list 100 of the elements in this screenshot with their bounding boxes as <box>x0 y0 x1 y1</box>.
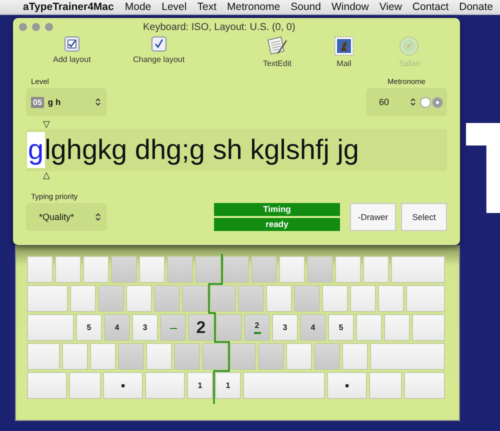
keyboard-key[interactable]: ● <box>103 372 143 399</box>
menu-item[interactable]: View <box>379 1 402 13</box>
keyboard-key[interactable] <box>69 372 101 399</box>
keyboard-key[interactable] <box>294 285 320 312</box>
keyboard-key[interactable] <box>363 256 389 283</box>
keyboard-key[interactable] <box>412 314 445 341</box>
timing-title: Timing <box>214 203 340 216</box>
keyboard-key[interactable] <box>83 256 109 283</box>
keyboard-key[interactable] <box>251 256 277 283</box>
level-badge: 05 <box>31 96 44 108</box>
keyboard-key[interactable] <box>62 343 88 370</box>
menu-item[interactable]: Window <box>331 1 369 13</box>
keyboard-key[interactable] <box>126 285 152 312</box>
keyboard-key[interactable] <box>98 285 124 312</box>
keyboard-key[interactable] <box>286 343 312 370</box>
keyboard-key[interactable] <box>391 256 445 283</box>
keyboard-key[interactable] <box>27 285 68 312</box>
menu-item[interactable]: Mode <box>124 1 152 13</box>
window-title: Keyboard: ISO, Layout: U.S. (0, 0) <box>143 22 296 32</box>
keyboard-key[interactable] <box>307 256 333 283</box>
keyboard-key[interactable] <box>27 256 53 283</box>
keyboard-key[interactable] <box>322 285 348 312</box>
checkbox-icon[interactable] <box>64 36 80 52</box>
radio-button[interactable] <box>432 96 443 108</box>
keyboard-key[interactable] <box>243 372 325 399</box>
keyboard-key[interactable] <box>210 285 236 312</box>
keyboard-key[interactable] <box>356 314 382 341</box>
keyboard-key[interactable] <box>230 343 256 370</box>
keyboard-key[interactable] <box>406 285 445 312</box>
zoom-button[interactable] <box>45 23 53 31</box>
keyboard-key[interactable] <box>369 372 402 399</box>
tempo-value: 60 <box>379 97 390 107</box>
keyboard-key[interactable] <box>160 314 186 341</box>
keyboard-key[interactable] <box>370 343 445 370</box>
keyboard-key[interactable] <box>202 343 228 370</box>
keyboard-key[interactable] <box>111 256 137 283</box>
menu-item[interactable]: Contact <box>412 1 449 13</box>
keyboard-key[interactable]: 4 <box>104 314 130 341</box>
keyboard-key[interactable]: 1 <box>215 372 241 399</box>
keyboard-key[interactable] <box>195 256 221 283</box>
push-button[interactable]: -Drawer <box>350 203 396 231</box>
keyboard-key[interactable]: 4 <box>300 314 326 341</box>
level-value: g h <box>48 97 62 107</box>
keyboard-key[interactable] <box>27 314 74 341</box>
keyboard-key[interactable] <box>404 372 445 399</box>
close-button[interactable] <box>19 23 27 31</box>
keyboard-key[interactable] <box>238 285 264 312</box>
toolbar-label: Mail <box>336 59 352 68</box>
keyboard-key[interactable] <box>174 343 200 370</box>
current-letter: g <box>27 132 45 168</box>
keyboard-key[interactable] <box>27 372 67 399</box>
keyboard-key[interactable] <box>350 285 376 312</box>
menu-item[interactable]: Level <box>162 1 187 13</box>
keyboard-key[interactable] <box>378 285 404 312</box>
typing-priority-popup[interactable]: *Quality* <box>26 203 107 231</box>
keyboard-key[interactable] <box>27 343 60 370</box>
stepper-icon[interactable] <box>410 97 416 107</box>
timing-status: ready <box>214 218 340 231</box>
keyboard-key[interactable]: ● <box>327 372 367 399</box>
keyboard-key[interactable]: 5 <box>76 314 102 341</box>
menu-item[interactable]: Donate <box>459 1 493 13</box>
toolbar-label: Change layout <box>133 55 185 64</box>
app-menu[interactable]: aTypeTrainer4Mac <box>23 1 114 13</box>
keyboard-key[interactable]: 2 <box>188 314 214 341</box>
keyboard-key[interactable]: 3 <box>272 314 298 341</box>
keyboard-key[interactable] <box>167 256 193 283</box>
keyboard-key[interactable] <box>223 256 249 283</box>
keyboard-key[interactable] <box>266 285 292 312</box>
menu-item[interactable]: Text <box>197 1 216 13</box>
radio-button[interactable] <box>420 96 431 108</box>
push-button[interactable]: Select <box>401 203 447 231</box>
level-popup[interactable]: 05 g h <box>26 88 107 116</box>
checkmark-icon[interactable] <box>150 36 167 52</box>
stamp-icon[interactable] <box>334 36 354 56</box>
keyboard-key[interactable] <box>258 343 284 370</box>
keyboard-key[interactable] <box>342 343 368 370</box>
finger-number: 4 <box>114 323 120 332</box>
keyboard-key[interactable] <box>139 256 165 283</box>
keyboard-key[interactable] <box>154 285 180 312</box>
typing-priority-value: *Quality* <box>39 212 74 222</box>
keyboard-key[interactable] <box>55 256 81 283</box>
keyboard-key[interactable] <box>146 343 172 370</box>
keyboard-key[interactable] <box>216 314 242 341</box>
keyboard-key[interactable]: 1 <box>187 372 213 399</box>
minimize-button[interactable] <box>32 23 40 31</box>
keyboard-key[interactable]: 3 <box>132 314 158 341</box>
keyboard-key[interactable] <box>314 343 340 370</box>
keyboard-key[interactable]: 2 <box>244 314 270 341</box>
keyboard-key[interactable] <box>145 372 185 399</box>
keyboard-key[interactable] <box>118 343 144 370</box>
keyboard-key[interactable] <box>335 256 361 283</box>
menu-item[interactable]: Sound <box>290 1 321 13</box>
document-pen-icon[interactable] <box>266 36 288 56</box>
keyboard-key[interactable] <box>384 314 410 341</box>
keyboard-key[interactable] <box>279 256 305 283</box>
keyboard-key[interactable] <box>70 285 96 312</box>
menu-item[interactable]: Metronome <box>227 1 280 13</box>
keyboard-key[interactable] <box>182 285 208 312</box>
keyboard-key[interactable] <box>90 343 116 370</box>
keyboard-key[interactable]: 5 <box>328 314 354 341</box>
